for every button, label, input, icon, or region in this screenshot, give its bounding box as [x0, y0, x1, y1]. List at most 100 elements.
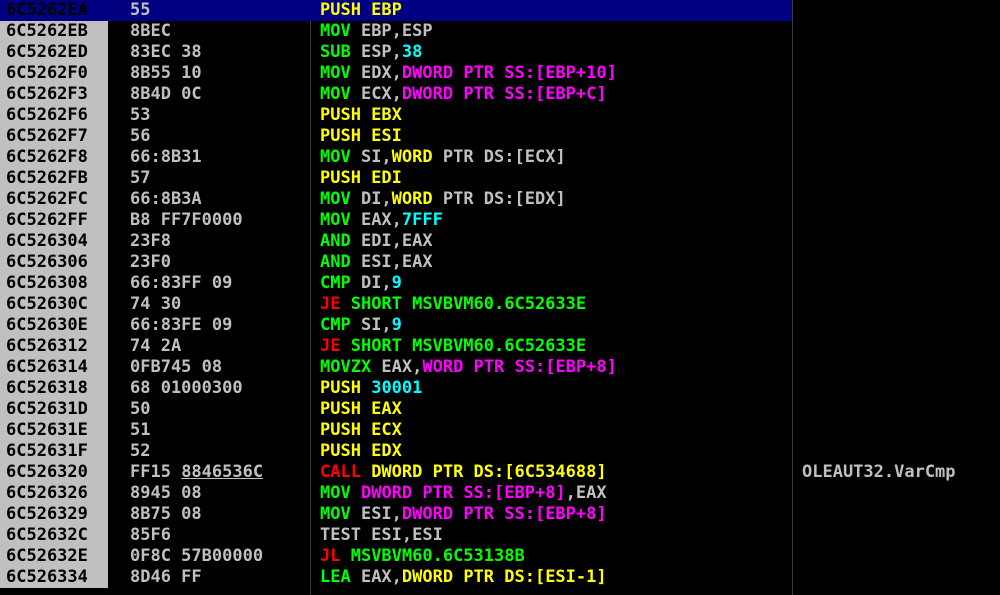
hex-dump-cell[interactable]: 8BEC: [108, 21, 310, 42]
instruction-cell[interactable]: PUSH EBX: [310, 105, 792, 126]
address-cell[interactable]: 6C5262F0: [0, 63, 108, 84]
address-cell[interactable]: 6C5262FC: [0, 189, 108, 210]
comment-cell[interactable]: [792, 210, 1000, 231]
address-cell[interactable]: 6C52632C: [0, 525, 108, 546]
comment-cell[interactable]: [792, 105, 1000, 126]
address-cell[interactable]: 6C5262ED: [0, 42, 108, 63]
hex-dump-cell[interactable]: 8D46 FF: [108, 567, 310, 588]
hex-dump-cell[interactable]: 0FB745 08: [108, 357, 310, 378]
address-cell[interactable]: 6C526334: [0, 567, 108, 588]
hex-dump-cell[interactable]: 8945 08: [108, 483, 310, 504]
address-cell[interactable]: 6C5262F3: [0, 84, 108, 105]
instruction-cell[interactable]: MOV ECX,DWORD PTR SS:[EBP+C]: [310, 84, 792, 105]
comment-cell[interactable]: [792, 399, 1000, 420]
instruction-cell[interactable]: MOV EDX,DWORD PTR SS:[EBP+10]: [310, 63, 792, 84]
instruction-cell[interactable]: AND ESI,EAX: [310, 252, 792, 273]
disasm-row[interactable]: 6C52632C 85F6 TEST ESI,ESI: [0, 525, 1000, 546]
comment-cell[interactable]: [792, 0, 1000, 21]
comment-cell[interactable]: [792, 315, 1000, 336]
disasm-row[interactable]: 6C526329 8B75 08 MOV ESI,DWORD PTR SS:[EBP…: [0, 504, 1000, 525]
address-cell[interactable]: 6C5262FB: [0, 168, 108, 189]
hex-dump-cell[interactable]: FF15 8846536C: [108, 462, 310, 483]
instruction-cell[interactable]: PUSH 30001: [310, 378, 792, 399]
disasm-row[interactable]: 6C5262EA 55 PUSH EBP: [0, 0, 1000, 21]
address-cell[interactable]: 6C5262EB: [0, 21, 108, 42]
hex-dump-cell[interactable]: 66:83FE 09: [108, 315, 310, 336]
disasm-row[interactable]: 6C5262EB 8BEC MOV EBP,ESP: [0, 21, 1000, 42]
fixup-link[interactable]: 8846536C: [181, 462, 263, 482]
disassembly-pane[interactable]: 6C5262EA 55 PUSH EBP 6C5262EB 8BEC MOV EBP,ES…: [0, 0, 1000, 595]
disasm-row[interactable]: 6C5262FB 57 PUSH EDI: [0, 168, 1000, 189]
disasm-row[interactable]: 6C5262F6 53 PUSH EBX: [0, 105, 1000, 126]
comment-cell[interactable]: [792, 441, 1000, 462]
address-cell[interactable]: 6C52630C: [0, 294, 108, 315]
hex-dump-cell[interactable]: 74 2A: [108, 336, 310, 357]
instruction-cell[interactable]: TEST ESI,ESI: [310, 525, 792, 546]
instruction-cell[interactable]: CMP DI,9: [310, 273, 792, 294]
hex-dump-cell[interactable]: 85F6: [108, 525, 310, 546]
address-cell[interactable]: 6C5262F8: [0, 147, 108, 168]
address-cell[interactable]: 6C526320: [0, 462, 108, 483]
hex-dump-cell[interactable]: 8B55 10: [108, 63, 310, 84]
hex-dump-cell[interactable]: 56: [108, 126, 310, 147]
comment-cell[interactable]: [792, 42, 1000, 63]
disasm-row[interactable]: 6C52631E 51 PUSH ECX: [0, 420, 1000, 441]
address-cell[interactable]: 6C526326: [0, 483, 108, 504]
address-cell[interactable]: 6C52631D: [0, 399, 108, 420]
comment-cell[interactable]: [792, 168, 1000, 189]
comment-cell[interactable]: [792, 420, 1000, 441]
address-cell[interactable]: 6C526318: [0, 378, 108, 399]
comment-cell[interactable]: [792, 294, 1000, 315]
hex-dump-cell[interactable]: 0F8C 57B00000: [108, 546, 310, 567]
instruction-cell[interactable]: SUB ESP,38: [310, 42, 792, 63]
hex-dump-cell[interactable]: 51: [108, 420, 310, 441]
instruction-cell[interactable]: AND EDI,EAX: [310, 231, 792, 252]
comment-cell[interactable]: [792, 504, 1000, 525]
comment-cell[interactable]: [792, 336, 1000, 357]
comment-cell[interactable]: [792, 84, 1000, 105]
disasm-row[interactable]: 6C5262FF B8 FF7F0000 MOV EAX,7FFF: [0, 210, 1000, 231]
disasm-row[interactable]: 6C52631F 52 PUSH EDX: [0, 441, 1000, 462]
instruction-cell[interactable]: PUSH EDX: [310, 441, 792, 462]
address-cell[interactable]: 6C526306: [0, 252, 108, 273]
hex-dump-cell[interactable]: 23F0: [108, 252, 310, 273]
comment-cell[interactable]: [792, 126, 1000, 147]
instruction-cell[interactable]: PUSH EAX: [310, 399, 792, 420]
address-cell[interactable]: 6C5262F7: [0, 126, 108, 147]
disasm-row[interactable]: 6C5262F8 66:8B31 MOV SI,WORD PTR DS:[ECX]: [0, 147, 1000, 168]
address-cell[interactable]: 6C5262FF: [0, 210, 108, 231]
instruction-cell[interactable]: MOV EBP,ESP: [310, 21, 792, 42]
disasm-row[interactable]: 6C526308 66:83FF 09 CMP DI,9: [0, 273, 1000, 294]
disasm-row[interactable]: 6C526334 8D46 FF LEA EAX,DWORD PTR DS:[ESI…: [0, 567, 1000, 588]
disasm-row[interactable]: 6C526326 8945 08 MOV DWORD PTR SS:[EBP+8],…: [0, 483, 1000, 504]
comment-cell[interactable]: [792, 483, 1000, 504]
hex-dump-cell[interactable]: 68 01000300: [108, 378, 310, 399]
address-cell[interactable]: 6C52631F: [0, 441, 108, 462]
comment-cell[interactable]: [792, 567, 1000, 588]
hex-dump-cell[interactable]: 55: [108, 0, 310, 21]
instruction-cell[interactable]: JE SHORT MSVBVM60.6C52633E: [310, 294, 792, 315]
address-cell[interactable]: 6C526304: [0, 231, 108, 252]
address-cell[interactable]: 6C52632E: [0, 546, 108, 567]
comment-cell[interactable]: [792, 273, 1000, 294]
comment-cell[interactable]: [792, 546, 1000, 567]
instruction-cell[interactable]: CALL DWORD PTR DS:[6C534688]: [310, 462, 792, 483]
address-cell[interactable]: 6C5262EA: [0, 0, 108, 21]
address-cell[interactable]: 6C526308: [0, 273, 108, 294]
disasm-row[interactable]: 6C526318 68 01000300 PUSH 30001: [0, 378, 1000, 399]
address-cell[interactable]: 6C526314: [0, 357, 108, 378]
instruction-cell[interactable]: PUSH ECX: [310, 420, 792, 441]
hex-dump-cell[interactable]: 83EC 38: [108, 42, 310, 63]
disasm-row[interactable]: 6C5262F7 56 PUSH ESI: [0, 126, 1000, 147]
disasm-row[interactable]: 6C526320 FF15 8846536C CALL DWORD PTR DS:[…: [0, 462, 1000, 483]
instruction-cell[interactable]: PUSH ESI: [310, 126, 792, 147]
hex-dump-cell[interactable]: 50: [108, 399, 310, 420]
hex-dump-cell[interactable]: 8B75 08: [108, 504, 310, 525]
hex-dump-cell[interactable]: 23F8: [108, 231, 310, 252]
hex-dump-cell[interactable]: 66:8B31: [108, 147, 310, 168]
instruction-cell[interactable]: MOV SI,WORD PTR DS:[ECX]: [310, 147, 792, 168]
address-cell[interactable]: 6C52630E: [0, 315, 108, 336]
instruction-cell[interactable]: PUSH EDI: [310, 168, 792, 189]
instruction-cell[interactable]: PUSH EBP: [310, 0, 792, 21]
comment-cell[interactable]: [792, 357, 1000, 378]
